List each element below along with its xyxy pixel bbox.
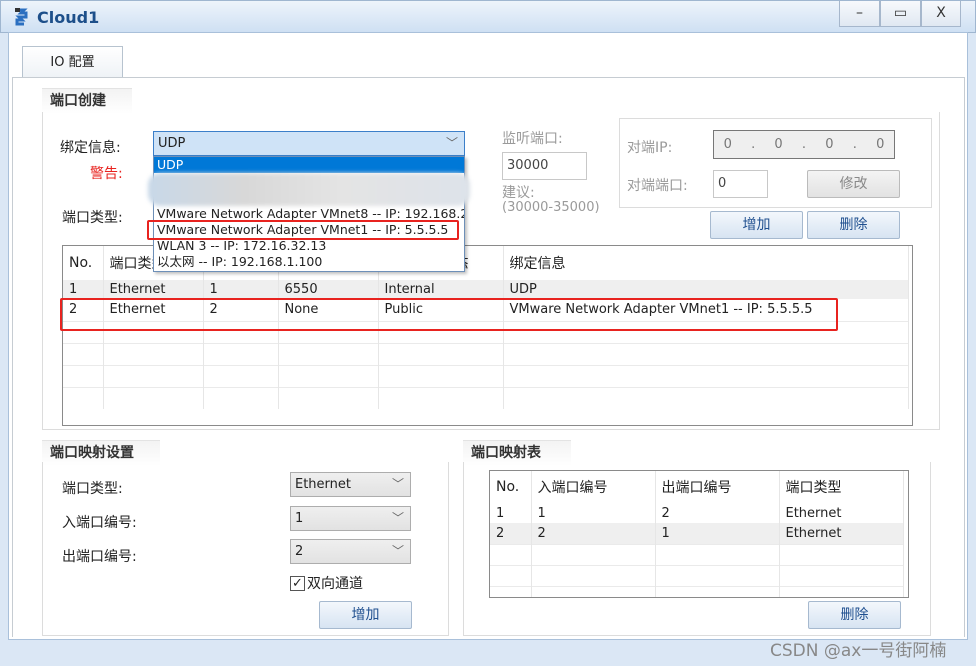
peer-ip-input[interactable]: 0. 0. 0. 0 <box>713 130 895 159</box>
map-port-type-label: 端口类型: <box>62 481 123 497</box>
suggest-range: (30000-35000) <box>502 200 600 215</box>
cloud-app-icon <box>15 8 28 26</box>
add-port-button[interactable]: 增加 <box>710 211 803 239</box>
modify-button[interactable]: 修改 <box>807 170 900 198</box>
chevron-down-icon: ﹀ <box>391 477 404 491</box>
table-row[interactable]: 2 2 1 Ethernet <box>490 523 904 544</box>
col-no[interactable]: No. <box>63 246 104 280</box>
minimize-button[interactable]: – <box>839 1 880 27</box>
mapping-table[interactable]: No. 入端口编号 出端口编号 端口类型 1 1 2 Ethernet 2 2 1 Ethe… <box>489 470 909 598</box>
maximize-button[interactable]: ▭ <box>880 1 921 27</box>
ip-octet-2: 0 <box>774 137 783 152</box>
dropdown-option[interactable]: WLAN 3 -- IP: 172.16.32.13 <box>154 238 464 254</box>
table-header: No. 入端口编号 出端口编号 端口类型 <box>490 471 904 503</box>
cell: 1 <box>203 280 279 299</box>
tab-io-config[interactable]: IO 配置 <box>22 46 123 78</box>
delete-mapping-button[interactable]: 删除 <box>808 601 901 629</box>
dropdown-option[interactable]: UDP <box>154 157 464 173</box>
suggest-label: 建议: <box>502 185 535 201</box>
in-port-label: 入端口编号: <box>62 515 137 531</box>
dropdown-option[interactable]: 以太网 -- IP: 192.168.1.100 <box>154 254 464 270</box>
port-table[interactable]: No. 端口类型 端口编号 UDP端口号 端口开放状态 绑定信息 1Ethern… <box>62 245 913 426</box>
cell: 1 <box>655 523 780 544</box>
peer-port-label: 对端端口: <box>627 178 688 194</box>
listen-port-input[interactable]: 30000 <box>502 152 587 180</box>
cell: Ethernet <box>103 280 204 299</box>
bidirectional-checkbox[interactable]: ✓ 双向通道 <box>290 573 363 593</box>
group-label-port-create: 端口创建 <box>42 88 132 114</box>
empty-row <box>490 543 904 565</box>
empty-row <box>490 564 904 586</box>
delete-port-button[interactable]: 删除 <box>807 211 900 239</box>
binding-select[interactable]: UDP ﹀ <box>153 131 465 156</box>
cell: 2 <box>490 523 532 544</box>
table-row[interactable]: 1 Ethernet 1 6550 Internal UDP <box>63 280 909 299</box>
listen-port-label: 监听端口: <box>502 131 563 147</box>
cell: UDP <box>503 280 909 299</box>
map-port-type-select[interactable]: Ethernet ﹀ <box>290 472 411 497</box>
ip-octet-1: 0 <box>723 137 732 152</box>
cell: 1 <box>531 503 656 523</box>
add-mapping-button[interactable]: 增加 <box>319 601 412 629</box>
cell: 1 <box>490 503 532 523</box>
watermark: CSDN @ax一号街阿楠 <box>770 641 947 661</box>
highlight-box-option <box>147 220 459 240</box>
title-bar[interactable]: Cloud1 – ▭ X <box>0 0 976 33</box>
cell: 2 <box>531 523 656 544</box>
cell: Internal <box>378 280 504 299</box>
redacted-options <box>148 173 470 206</box>
chevron-down-icon: ﹀ <box>391 544 404 558</box>
binding-label: 绑定信息: <box>60 140 121 156</box>
col-no[interactable]: No. <box>490 471 532 503</box>
col-out-port[interactable]: 出端口编号 <box>655 471 780 503</box>
peer-port-input[interactable]: 0 <box>713 170 768 198</box>
port-type-label: 端口类型: <box>62 210 123 226</box>
cell: Ethernet <box>779 523 904 544</box>
cell: 2 <box>655 503 780 523</box>
ip-octet-4: 0 <box>876 137 885 152</box>
col-binding[interactable]: 绑定信息 <box>503 246 909 280</box>
select-value: 1 <box>295 511 304 526</box>
out-port-label: 出端口编号: <box>62 549 137 565</box>
binding-dropdown-list[interactable]: UDP VMware Network Adapter VMnet8 -- IP:… <box>148 156 470 272</box>
peer-ip-label: 对端IP: <box>627 140 673 156</box>
close-button[interactable]: X <box>921 1 961 27</box>
out-port-select[interactable]: 2 ﹀ <box>290 539 411 564</box>
select-value: 2 <box>295 544 304 559</box>
cell: 1 <box>63 280 104 299</box>
col-port-type[interactable]: 端口类型 <box>779 471 904 503</box>
select-value: Ethernet <box>295 477 351 492</box>
col-in-port[interactable]: 入端口编号 <box>531 471 656 503</box>
chevron-down-icon: ﹀ <box>445 136 458 150</box>
ip-octet-3: 0 <box>825 137 834 152</box>
warning-label: 警告: <box>90 166 123 182</box>
window-title: Cloud1 <box>37 8 100 27</box>
empty-row <box>63 364 909 387</box>
bidirectional-label: 双向通道 <box>307 576 363 592</box>
binding-select-value: UDP <box>158 136 186 151</box>
empty-row <box>63 386 909 409</box>
empty-row <box>490 585 904 597</box>
cell: Ethernet <box>779 503 904 523</box>
empty-row <box>63 342 909 365</box>
table-row[interactable]: 1 1 2 Ethernet <box>490 503 904 523</box>
highlight-box-row <box>60 298 838 331</box>
cell: 6550 <box>278 280 379 299</box>
chevron-down-icon: ﹀ <box>391 511 404 525</box>
checkbox-checked-icon[interactable]: ✓ <box>290 575 305 591</box>
in-port-select[interactable]: 1 ﹀ <box>290 506 411 531</box>
